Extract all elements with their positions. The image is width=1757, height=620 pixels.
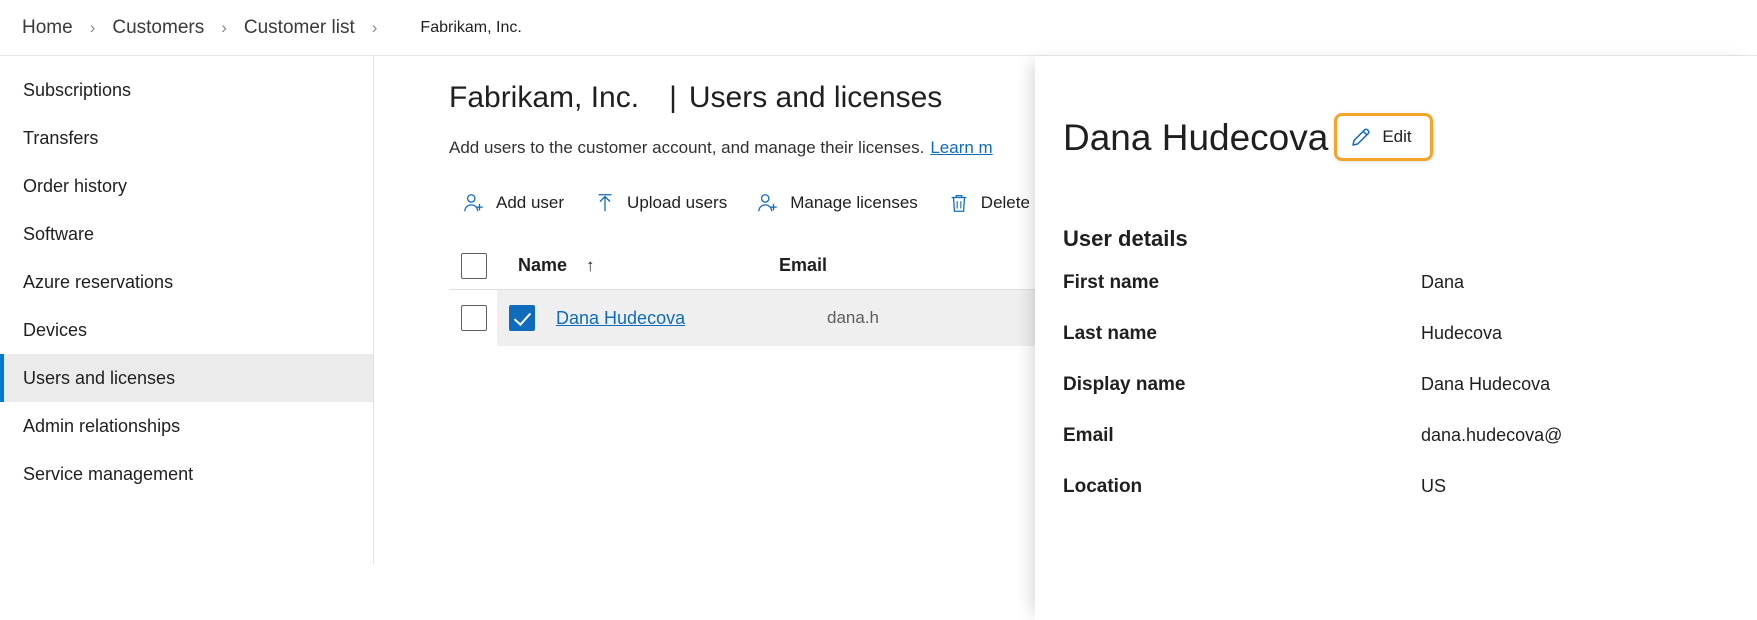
user-details-list: First name Dana Last name Hudecova Displ… [1063,272,1757,527]
column-header-email[interactable]: Email [779,255,827,276]
add-user-icon [464,194,483,212]
detail-label: First name [1063,272,1160,293]
sort-ascending-icon: ↑ [586,256,595,275]
manage-licenses-icon [758,194,777,212]
pencil-icon [1352,128,1370,146]
detail-row-last-name: Last name Hudecova [1063,323,1757,374]
sidebar-item-subscriptions[interactable]: Subscriptions [0,66,373,114]
delete-label: Delete [980,193,1030,212]
sidebar-item-label: Devices [23,319,88,340]
upload-icon [598,194,612,212]
sidebar-item-label: Transfers [23,127,99,148]
user-details-panel: Dana Hudecova Edit User details First na… [1035,56,1757,620]
sidebar-item-label: Subscriptions [23,79,132,100]
detail-row-first-name: First name Dana [1063,272,1757,323]
page-description-text: Add users to the customer account, and m… [449,138,925,157]
upload-users-button[interactable]: Upload users [580,186,743,220]
sidebar-item-admin-relationships[interactable]: Admin relationships [0,402,373,450]
user-name-link[interactable]: Dana Hudecova [556,308,685,328]
column-header-email-label: Email [779,255,828,275]
delete-button[interactable]: Delete [934,186,1046,220]
detail-panel-header: Dana Hudecova Edit [1063,108,1757,166]
sidebar-item-service-management[interactable]: Service management [0,450,373,498]
page-title-section: Users and licenses [688,81,943,114]
manage-licenses-button[interactable]: Manage licenses [743,186,934,220]
breadcrumb-current: Fabrikam, Inc. [420,18,522,36]
add-user-label: Add user [496,193,565,212]
page-title-customer: Fabrikam, Inc. [449,81,640,114]
edit-button-label[interactable]: Edit [1382,127,1411,147]
detail-value: US [1421,476,1447,496]
sidebar-item-label: Order history [23,175,128,196]
detail-label: Email [1063,425,1114,446]
breadcrumb-item-customer-list[interactable]: Customer list [244,17,355,39]
column-header-name-label: Name [518,255,568,275]
manage-licenses-label: Manage licenses [790,193,918,212]
edit-button-highlight: Edit [1334,113,1433,161]
sidebar-item-users-and-licenses[interactable]: Users and licenses [0,354,373,402]
sidebar-item-label: Service management [23,463,194,484]
add-user-button[interactable]: Add user [449,186,580,220]
breadcrumb-item-home[interactable]: Home [22,17,73,39]
user-details-heading: User details [1063,226,1188,251]
breadcrumb-item-customers[interactable]: Customers [112,17,204,39]
learn-more-link[interactable]: Learn m [930,138,992,157]
detail-row-location: Location US [1063,476,1757,527]
row-selected-checkbox[interactable] [509,305,535,331]
detail-label: Location [1063,476,1143,497]
page-title-separator: | [669,81,677,114]
sidebar-item-label: Azure reservations [23,271,174,292]
detail-value: dana.hudecova@ [1421,425,1563,445]
cell-name: Dana Hudecova [535,308,827,329]
chevron-right-icon: › [371,17,378,37]
detail-row-email: Email dana.hudecova@ [1063,425,1757,476]
detail-value: Dana Hudecova [1421,374,1551,394]
detail-value: Hudecova [1421,323,1503,343]
sidebar-item-devices[interactable]: Devices [0,306,373,354]
detail-value: Dana [1421,272,1465,292]
row-checkbox[interactable] [461,305,487,331]
breadcrumb: Home › Customers › Customer list › Fabri… [0,0,1757,56]
sidebar-item-label: Admin relationships [23,415,181,436]
detail-panel-title: Dana Hudecova [1063,116,1329,158]
sidebar-item-label: Users and licenses [23,367,176,388]
detail-row-display-name: Display name Dana Hudecova [1063,374,1757,425]
sidebar-item-transfers[interactable]: Transfers [0,114,373,162]
column-header-name[interactable]: Name ↑ [487,255,779,276]
chevron-right-icon: › [221,17,227,37]
sidebar-item-order-history[interactable]: Order history [0,162,373,210]
trash-icon [951,195,967,212]
detail-label: Display name [1063,374,1186,395]
chevron-right-icon: › [89,17,96,37]
sidebar-navigation: Subscriptions Transfers Order history So… [0,56,374,564]
sidebar-item-azure-reservations[interactable]: Azure reservations [0,258,373,306]
upload-users-label: Upload users [627,193,728,212]
detail-label: Last name [1063,323,1157,344]
cell-email: dana.h [827,308,879,327]
sidebar-item-software[interactable]: Software [0,210,373,258]
select-all-checkbox[interactable] [461,252,487,279]
sidebar-item-label: Software [23,223,95,244]
